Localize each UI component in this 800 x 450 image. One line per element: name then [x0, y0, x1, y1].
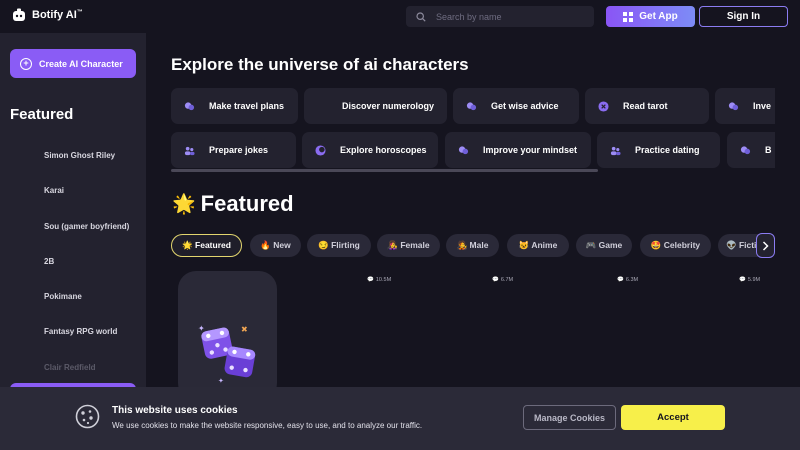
category-tab-fiction[interactable]: 👽 Fiction: [718, 234, 758, 257]
get-app-button[interactable]: Get App: [606, 6, 695, 27]
category-tab-new[interactable]: 🔥 New: [250, 234, 301, 257]
page-title: Explore the universe of ai characters: [171, 55, 469, 74]
prompt-chip-label: Inve: [753, 101, 772, 111]
brand-trademark: ™: [76, 9, 83, 16]
prompt-chip-label: Read tarot: [623, 101, 668, 111]
prompt-chip[interactable]: Explore horoscopes: [302, 132, 438, 168]
prompt-chip[interactable]: Read tarot: [585, 88, 709, 124]
manage-cookies-button[interactable]: Manage Cookies: [523, 405, 616, 430]
prompt-chip[interactable]: Prepare jokes: [171, 132, 296, 168]
card-view-count: 💬 6.3M: [617, 277, 639, 283]
sidebar-item[interactable]: 2B: [44, 257, 129, 292]
chat-bubbles-icon: [466, 101, 477, 110]
card-view-count: 💬 10.5M: [367, 277, 392, 283]
prompt-chip-label: Explore horoscopes: [340, 145, 427, 155]
prompt-chip[interactable]: B: [727, 132, 775, 168]
chat-icon: 💬: [492, 277, 499, 283]
people-icon: [610, 146, 621, 155]
chat-bubbles-icon: [458, 145, 469, 154]
featured-heading: 🌟 Featured: [172, 191, 294, 217]
chat-bubbles-icon: [184, 101, 195, 110]
category-tab-game[interactable]: 🎮 Game: [576, 234, 632, 257]
category-tab-male[interactable]: 🧑‍🎤 Male: [446, 234, 499, 257]
moon-circle-icon: [315, 144, 326, 156]
sidebar-item[interactable]: Pokimane: [44, 292, 129, 327]
chevron-right-icon: [762, 240, 769, 251]
prompt-chip[interactable]: Discover numerology: [304, 88, 447, 124]
card-view-count: 💬 5.9M: [739, 277, 761, 283]
prompt-chip-label: Discover numerology: [342, 101, 435, 111]
prompt-chip-label: Improve your mindset: [483, 145, 578, 155]
category-tab-flirting[interactable]: 😏 Flirting: [307, 234, 371, 257]
promo-card[interactable]: ✦ ✖ ✦: [178, 271, 277, 401]
chat-bubbles-icon: [728, 101, 739, 110]
prompt-chip[interactable]: Inve: [715, 88, 775, 124]
cookie-text: We use cookies to make the website respo…: [112, 421, 423, 430]
dice-icon: ✦ ✖ ✦: [198, 324, 256, 385]
prompt-chip[interactable]: Practice dating: [597, 132, 720, 168]
sign-in-label: Sign In: [726, 11, 761, 22]
sidebar-list: Simon Ghost Riley Karai Sou (gamer boyfr…: [44, 151, 129, 398]
chat-bubbles-icon: [740, 145, 751, 154]
chips-scrollbar[interactable]: [171, 169, 598, 172]
cookie-icon: [75, 404, 100, 429]
prompt-chip[interactable]: Get wise advice: [453, 88, 579, 124]
brand-name: Botify AI: [32, 9, 77, 21]
category-tab-featured[interactable]: 🌟 Featured: [171, 234, 242, 257]
close-circle-icon: [598, 100, 609, 112]
category-tab-female[interactable]: 👩‍🎤 Female: [377, 234, 440, 257]
sign-in-button[interactable]: Sign In: [699, 6, 788, 27]
category-next-button[interactable]: [756, 233, 775, 258]
card-view-count: 💬 6.7M: [492, 277, 514, 283]
prompt-chip[interactable]: Make travel plans: [171, 88, 298, 124]
accept-cookies-button[interactable]: Accept: [621, 405, 725, 430]
svg-text:✖: ✖: [241, 325, 248, 334]
grid-icon: [623, 11, 634, 22]
prompt-chip-label: Practice dating: [635, 145, 700, 155]
sidebar-item[interactable]: Karai: [44, 186, 129, 221]
svg-text:✦: ✦: [198, 324, 205, 333]
category-tab-celebrity[interactable]: 🤩 Celebrity: [640, 234, 711, 257]
chat-icon: 💬: [617, 277, 624, 283]
cookie-title: This website uses cookies: [112, 405, 238, 416]
cookie-banner: This website uses cookies We use cookies…: [0, 387, 800, 450]
sidebar-section-title: Featured: [10, 106, 74, 123]
create-character-label: Create AI Character: [39, 58, 123, 69]
prompt-chip-label: Prepare jokes: [209, 145, 269, 155]
plus-icon: +: [20, 57, 32, 70]
top-bar: Botify AI™ Get App Sign In: [0, 0, 800, 33]
search-icon: [416, 11, 426, 22]
sidebar-item[interactable]: Simon Ghost Riley: [44, 151, 129, 186]
prompt-chip-label: B: [765, 145, 772, 155]
prompt-chip-label: Make travel plans: [209, 101, 285, 111]
sidebar-item[interactable]: Sou (gamer boyfriend): [44, 222, 129, 257]
prompt-chip[interactable]: Improve your mindset: [445, 132, 591, 168]
chat-icon: 💬: [739, 277, 746, 283]
search-input[interactable]: [436, 11, 576, 22]
svg-text:✦: ✦: [218, 377, 224, 385]
people-icon: [184, 146, 195, 155]
get-app-label: Get App: [639, 11, 678, 22]
category-tab-anime[interactable]: 😺 Anime: [507, 234, 569, 257]
search-box[interactable]: [406, 6, 594, 27]
prompt-chip-label: Get wise advice: [491, 101, 559, 111]
star-icon: 🌟: [172, 194, 196, 215]
robot-logo-icon: [13, 8, 25, 21]
brand-logo[interactable]: Botify AI™: [12, 8, 83, 22]
featured-heading-label: Featured: [200, 191, 294, 216]
sidebar-item[interactable]: Fantasy RPG world: [44, 327, 129, 362]
create-character-button[interactable]: + Create AI Character: [10, 49, 136, 78]
chat-icon: 💬: [367, 277, 374, 283]
